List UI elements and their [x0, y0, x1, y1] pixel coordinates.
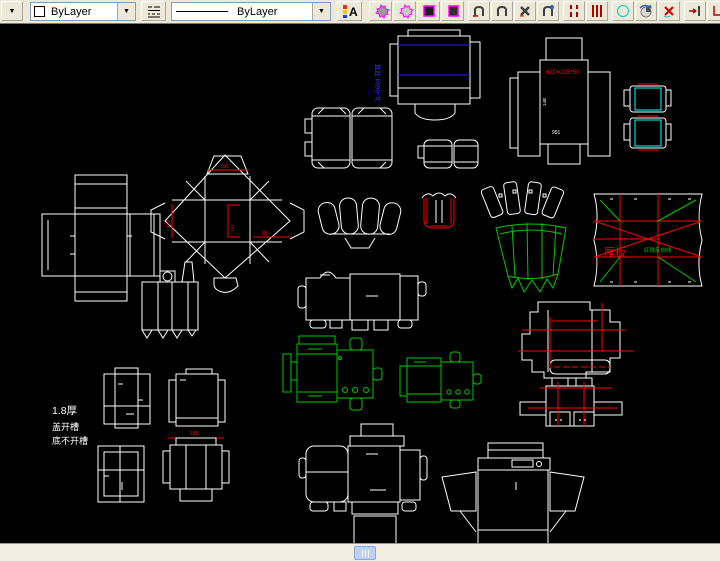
bridge-tool-button-1[interactable] [468, 1, 490, 21]
note-line-3[interactable]: 底不开槽 [52, 435, 88, 446]
object-properties-toolbar: ▼ ByLayer ▼ ByLayer ▼ A [0, 0, 720, 24]
chevron-down-icon: ▼ [9, 8, 16, 15]
delete-bridge-button[interactable] [514, 1, 536, 21]
dieline-small-box-4[interactable]: 188 [163, 431, 229, 501]
red-bars-icon [589, 3, 605, 19]
grip-icon [365, 550, 366, 557]
dimension-text[interactable]: 85 [262, 231, 268, 237]
frame-tool-button-1[interactable] [417, 1, 440, 21]
color-control-combo[interactable]: ByLayer ▼ [30, 2, 136, 21]
dieline-tuck-box-jl8694[interactable]: JL-8694 双耳 [374, 30, 480, 120]
red-corner-icon [710, 3, 720, 19]
bridge-red-icon [471, 3, 487, 19]
dimension-text[interactable]: 120 [166, 219, 172, 228]
pie-direction-button[interactable] [635, 1, 657, 21]
dieline-small-box-1[interactable] [104, 368, 150, 428]
chevron-down-icon[interactable]: ▼ [312, 3, 330, 20]
svg-text:A: A [349, 5, 358, 19]
scrollbar-thumb[interactable] [354, 546, 376, 560]
thickness-note[interactable]: 1.8厚 盖开槽 底不开槽 [52, 405, 88, 446]
dimension-text[interactable]: 150 [220, 164, 229, 170]
red-x-icon [661, 3, 677, 19]
linetype-sample-icon [176, 11, 228, 12]
text-color-icon: A [342, 3, 358, 19]
dieline-small-box-3[interactable] [98, 446, 144, 502]
corner-trim-button[interactable] [707, 1, 720, 21]
dimension-text[interactable]: 188 [190, 431, 199, 437]
code-text[interactable]: 991 [552, 130, 561, 136]
dieline-small-box-2[interactable] [169, 369, 225, 426]
cad-window: ▼ ByLayer ▼ ByLayer ▼ A [0, 0, 720, 561]
text-color-button[interactable]: A [337, 1, 362, 21]
model-space-canvas[interactable]: JL-8694 双耳 62D=228*50 991 14B [0, 24, 720, 544]
pie-arrow-icon [638, 3, 654, 19]
dieline-large-box-dim[interactable]: 62D=228*50 991 14B [510, 38, 610, 164]
bridge-icon [494, 3, 510, 19]
linetype-manager-icon [146, 3, 162, 19]
color-combo-value: ByLayer [48, 6, 117, 18]
dieline-small-cyan-box[interactable] [624, 84, 671, 150]
note-line-2[interactable]: 盖开槽 [52, 421, 79, 432]
dimension-text[interactable]: 62D=228*50 [546, 70, 580, 76]
magenta-frame-icon [421, 3, 437, 19]
dieline-thick-board-sheet[interactable]: 厚板 红线反向线 [594, 194, 702, 286]
dimension-text[interactable]: 162 [230, 224, 235, 232]
board-label-text[interactable]: 厚板 [604, 245, 626, 259]
cyan-circle-icon [615, 3, 631, 19]
linetype-combo-value: ByLayer [234, 6, 312, 18]
dieline-bottom-center-box[interactable] [299, 424, 427, 544]
side-text[interactable]: 14B [542, 98, 547, 106]
dieline-mid-box[interactable] [298, 272, 426, 330]
dieline-red-crease-box-small[interactable] [520, 378, 622, 426]
dieline-red-crease-box[interactable] [518, 302, 634, 378]
bridge-tool-button-2[interactable] [491, 1, 513, 21]
erase-tool-button[interactable] [658, 1, 680, 21]
red-dashed-bars-icon [566, 3, 582, 19]
note-line-1[interactable]: 1.8厚 [52, 405, 78, 417]
grip-icon [362, 550, 363, 557]
dieline-green-box-large[interactable] [283, 336, 382, 410]
nest-tool-button-2[interactable] [393, 1, 416, 21]
red-dashed-lines-button[interactable] [563, 1, 585, 21]
magenta-gear-icon [397, 3, 413, 19]
extend-arrow-icon [687, 3, 703, 19]
reverse-note-text[interactable]: 红线反向线 [644, 246, 672, 254]
dieline-handle-box[interactable] [142, 262, 198, 338]
frame-tool-button-2[interactable] [441, 1, 464, 21]
dark-x-icon [517, 3, 533, 19]
bridge-blue-icon [540, 3, 556, 19]
circle-tool-button[interactable] [612, 1, 634, 21]
dieline-small-rounded-box[interactable] [418, 140, 478, 168]
dieline-white-fan[interactable] [480, 181, 564, 218]
dieline-green-bucket[interactable] [496, 223, 566, 292]
dieline-rounded-pair-box[interactable] [305, 108, 392, 168]
horizontal-scrollbar[interactable] [0, 543, 720, 561]
bridge-tool-button-3[interactable] [537, 1, 559, 21]
dieline-green-box-small[interactable] [400, 352, 481, 408]
linetype-control-combo[interactable]: ByLayer ▼ [171, 2, 331, 21]
layer-dropdown-arrow-button[interactable]: ▼ [1, 1, 23, 21]
extend-to-edge-button[interactable] [684, 1, 706, 21]
dieline-winged-box[interactable] [442, 443, 584, 544]
magenta-gear-icon [373, 3, 389, 19]
dieline-crown-fan[interactable] [316, 197, 402, 248]
red-lines-button[interactable] [586, 1, 608, 21]
dieline-red-cup[interactable] [422, 193, 456, 228]
linetype-manager-button[interactable] [141, 1, 166, 21]
color-swatch-icon [34, 6, 45, 17]
magenta-frame-icon [445, 3, 461, 19]
chevron-down-icon[interactable]: ▼ [117, 3, 135, 20]
dieline-diamond-box[interactable]: 150 120 162 85 [151, 155, 304, 292]
dieline-label-blue[interactable]: JL-8694 双耳 [374, 63, 382, 102]
nest-tool-button-1[interactable] [369, 1, 392, 21]
grip-icon [368, 550, 369, 557]
